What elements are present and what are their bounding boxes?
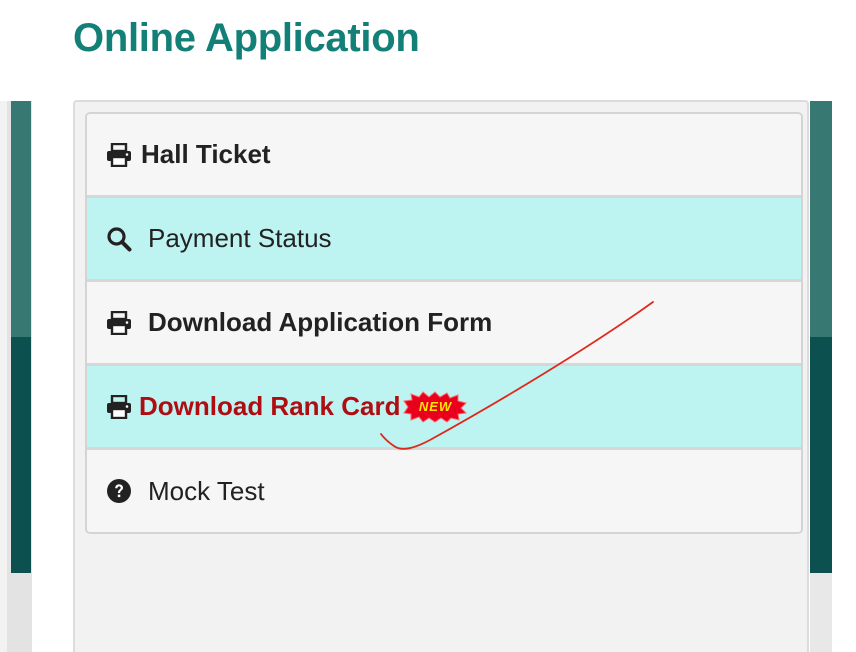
menu-item-download-application-form[interactable]: Download Application Form xyxy=(87,282,801,366)
new-badge: NEW xyxy=(402,390,468,423)
menu-item-hall-ticket[interactable]: Hall Ticket xyxy=(87,114,801,198)
menu-item-label: Hall Ticket xyxy=(141,139,271,169)
page: Online Application Hall Ticket Payment S… xyxy=(0,0,856,652)
question-circle-icon xyxy=(105,477,133,505)
application-menu: Hall Ticket Payment Status Download Appl… xyxy=(85,112,803,534)
print-icon xyxy=(105,393,133,421)
menu-item-download-rank-card[interactable]: Download Rank Card NEW xyxy=(87,366,801,450)
menu-item-label: Download Application Form xyxy=(148,307,493,337)
menu-item-label: Payment Status xyxy=(148,223,332,253)
online-application-panel: Hall Ticket Payment Status Download Appl… xyxy=(73,100,809,652)
right-decorative-column xyxy=(810,101,832,652)
page-title: Online Application xyxy=(73,16,420,60)
menu-item-label: Download Rank Card xyxy=(139,391,401,421)
left-decorative-column xyxy=(0,101,32,652)
menu-item-payment-status[interactable]: Payment Status xyxy=(87,198,801,282)
print-icon xyxy=(105,141,133,169)
menu-item-mock-test[interactable]: Mock Test xyxy=(87,450,801,532)
new-badge-text: NEW xyxy=(418,398,453,414)
print-icon xyxy=(105,309,133,337)
search-icon xyxy=(105,225,133,253)
menu-item-label: Mock Test xyxy=(148,475,265,506)
